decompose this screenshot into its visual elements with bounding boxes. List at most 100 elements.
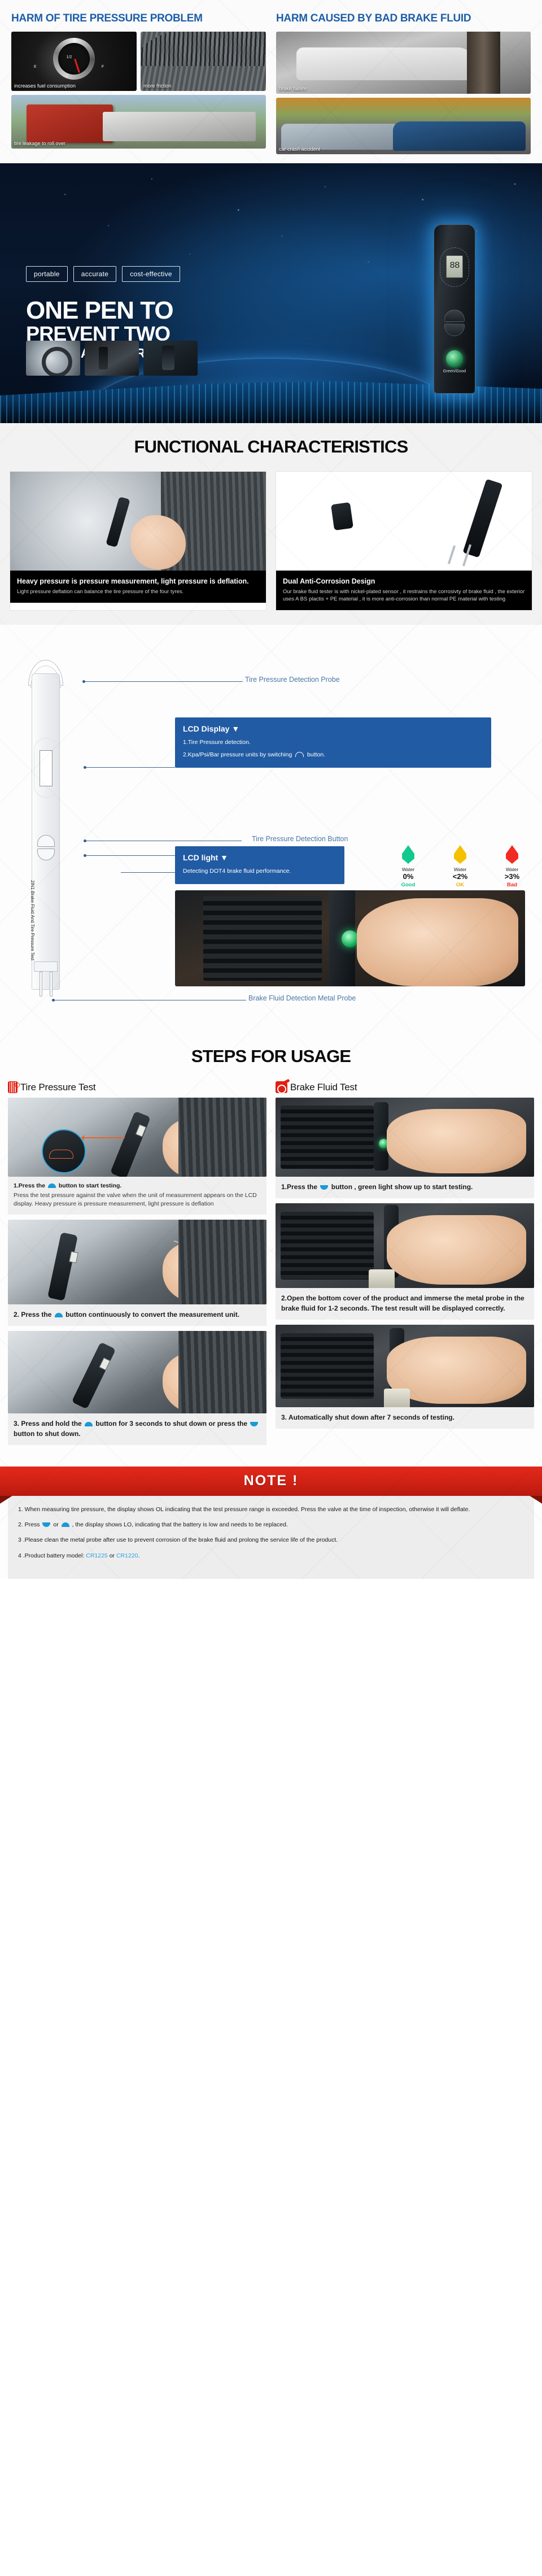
note-item-4: 4 .Product battery model: CR1225 or CR12… bbox=[18, 1552, 140, 1559]
tire-tread-photo: more friction bbox=[141, 31, 266, 91]
tire-step3-photo bbox=[8, 1330, 266, 1413]
pen-upper-button bbox=[444, 309, 465, 322]
device-shape bbox=[72, 1342, 116, 1409]
water-indicator-legend: Water 0% Good Water <2% OK Water >3% Bad bbox=[390, 845, 531, 888]
indicator-status: Good bbox=[401, 881, 416, 888]
hand-shape bbox=[357, 898, 518, 987]
hero-tag-portable: portable bbox=[26, 266, 68, 282]
device-side-text: 2IN1 Brake Fluid And Tire Pressure Test bbox=[30, 880, 35, 960]
photo-caption: car crash accident bbox=[279, 146, 321, 152]
hero-tag-list: portable accurate cost-effective bbox=[26, 266, 180, 282]
note-item-3: 3 .Please clean the metal probe after us… bbox=[18, 1537, 338, 1544]
device-lcd-outline bbox=[40, 750, 53, 787]
device-metal-pin-2 bbox=[50, 972, 53, 997]
indicator-status: OK bbox=[456, 881, 465, 888]
indicator-value: <2% bbox=[452, 872, 468, 881]
hand-shape bbox=[386, 1108, 527, 1174]
lcd-display-line2: 2.Kpa/Psi/Bar pressure units by switchin… bbox=[183, 751, 326, 758]
brake-step3-text: 3. Automatically shut down after 7 secon… bbox=[276, 1407, 534, 1429]
indicator-status: Bad bbox=[507, 881, 517, 888]
highlight-outline bbox=[49, 1150, 74, 1159]
indicator-value: 0% bbox=[403, 872, 414, 881]
lcd-light-body: Detecting DOT4 brake fluid performance. bbox=[183, 868, 291, 875]
indicator-label: Water bbox=[401, 867, 415, 873]
wheel-measurement-photo bbox=[10, 471, 266, 571]
functional-card-body: Light pressure deflation can balance the… bbox=[17, 588, 184, 595]
brake-step3-photo bbox=[276, 1325, 534, 1408]
hand-shape bbox=[162, 1352, 230, 1413]
functional-card-heading: Dual Anti-Corrosion Design bbox=[283, 577, 375, 585]
functional-card-body: Our brake fluid tester is with nickel-pl… bbox=[283, 588, 525, 602]
car-crash-photo: car crash accident bbox=[276, 97, 531, 154]
photo-caption: brake failure bbox=[279, 85, 307, 92]
note-item-2: 2. Press or , the display shows LO, indi… bbox=[18, 1521, 288, 1529]
hand-shape bbox=[130, 515, 186, 569]
functional-characteristics-section: FUNCTIONAL CHARACTERISTICS Heavy pressur… bbox=[0, 423, 542, 625]
harm-section: HARM OF TIRE PRESSURE PROBLEM E 1/2 F in… bbox=[0, 0, 542, 163]
indicator-value: >3% bbox=[504, 872, 520, 881]
tire-step1-photo bbox=[8, 1098, 266, 1177]
indicator-good: Water 0% Good bbox=[390, 845, 427, 888]
hero-banner: portable accurate cost-effective ONE PEN… bbox=[0, 163, 542, 423]
hand-shape bbox=[386, 1215, 527, 1285]
pen-led-label: Green/Good bbox=[443, 369, 466, 373]
harm-brake-column: HARM CAUSED BY BAD BRAKE FLUID brake fai… bbox=[276, 12, 531, 154]
up-button-icon bbox=[47, 1183, 56, 1189]
down-button-icon bbox=[42, 1522, 51, 1528]
product-diagram-section: 2IN1 Brake Fluid And Tire Pressure Test … bbox=[0, 625, 542, 1043]
steps-for-usage-section: STEPS FOR USAGE Tire Pressure Test 1.Pre… bbox=[0, 1043, 542, 1456]
water-drop-yellow-icon bbox=[454, 845, 466, 864]
note-ribbon-banner: NOTE ! bbox=[0, 1466, 542, 1496]
device-body-illustration bbox=[32, 673, 60, 990]
hero-headline-line1: ONE PEN TO bbox=[26, 296, 174, 324]
water-drop-green-icon bbox=[402, 845, 414, 864]
tire-step2-unit-callout: Kpa/Psi/Ba bbox=[199, 1239, 230, 1247]
steps-brake-column: Brake Fluid Test 1.Press the button , gr… bbox=[276, 1081, 534, 1445]
indicator-label: Water bbox=[453, 867, 467, 873]
functional-card-heading: Heavy pressure is pressure measurement, … bbox=[17, 577, 249, 585]
device-in-hand-icon bbox=[106, 497, 130, 548]
green-led-icon bbox=[341, 930, 359, 948]
functional-card-anticorrosion: Dual Anti-Corrosion Design Our brake flu… bbox=[276, 471, 532, 611]
pen-green-led-icon bbox=[446, 350, 463, 367]
product-cap-shape bbox=[330, 502, 353, 530]
tire-step2-text: 2. Press the button continuously to conv… bbox=[8, 1304, 266, 1326]
harm-tire-column: HARM OF TIRE PRESSURE PROBLEM E 1/2 F in… bbox=[11, 12, 266, 154]
hero-tag-accurate: accurate bbox=[73, 266, 117, 282]
metal-probe-pin-2 bbox=[447, 545, 456, 565]
lcd-display-line1: 1.Tire Pressure detection. bbox=[183, 739, 251, 746]
photo-caption: tire leakage to roll over bbox=[14, 140, 66, 146]
gauge-label-half: 1/2 bbox=[66, 55, 72, 59]
pen-lcd-screen: 88 bbox=[446, 255, 463, 278]
indicator-label: Water bbox=[505, 867, 519, 873]
steps-tire-column: Tire Pressure Test 1.Press the button to… bbox=[8, 1081, 266, 1445]
photo-caption: increases fuel consumption bbox=[14, 82, 76, 89]
up-button-icon bbox=[54, 1312, 63, 1317]
device-bottom-cover bbox=[34, 961, 58, 972]
fuel-gauge-photo: E 1/2 F increases fuel consumption bbox=[11, 31, 137, 91]
callout-metal-probe: Brake Fluid Detection Metal Probe bbox=[248, 994, 356, 1003]
brake-step1-text: 1.Press the button , green light show up… bbox=[276, 1177, 534, 1199]
harm-brake-title: HARM CAUSED BY BAD BRAKE FLUID bbox=[276, 12, 471, 24]
note-section: NOTE ! 1. When measuring tire pressure, … bbox=[0, 1456, 542, 1579]
indicator-ok: Water <2% OK bbox=[442, 845, 479, 888]
tire-icon bbox=[8, 1081, 20, 1094]
up-button-icon bbox=[85, 1421, 93, 1426]
water-drop-red-icon bbox=[506, 845, 518, 864]
down-button-icon bbox=[320, 1185, 329, 1190]
hero-product-pen: 88 Green/Good bbox=[434, 224, 475, 394]
gauge-label-empty: E bbox=[33, 64, 37, 69]
functional-section-title: FUNCTIONAL CHARACTERISTICS bbox=[134, 436, 409, 456]
device-metal-pin-1 bbox=[40, 972, 42, 997]
device-shape bbox=[110, 1111, 151, 1177]
pointer-arrow-icon bbox=[81, 1135, 125, 1141]
hand-shape bbox=[162, 1118, 230, 1177]
callout-tire-button: Tire Pressure Detection Button bbox=[252, 835, 348, 843]
lcd-display-title: LCD Display ▼ bbox=[183, 724, 240, 734]
pen-lower-button bbox=[444, 323, 465, 336]
leader-line-lcd-light bbox=[121, 872, 175, 873]
steps-section-title: STEPS FOR USAGE bbox=[191, 1046, 351, 1067]
note-body: 1. When measuring tire pressure, the dis… bbox=[8, 1495, 534, 1579]
brake-step2-photo bbox=[276, 1203, 534, 1289]
lcd-display-callout-box: LCD Display ▼ 1.Tire Pressure detection.… bbox=[175, 717, 491, 768]
